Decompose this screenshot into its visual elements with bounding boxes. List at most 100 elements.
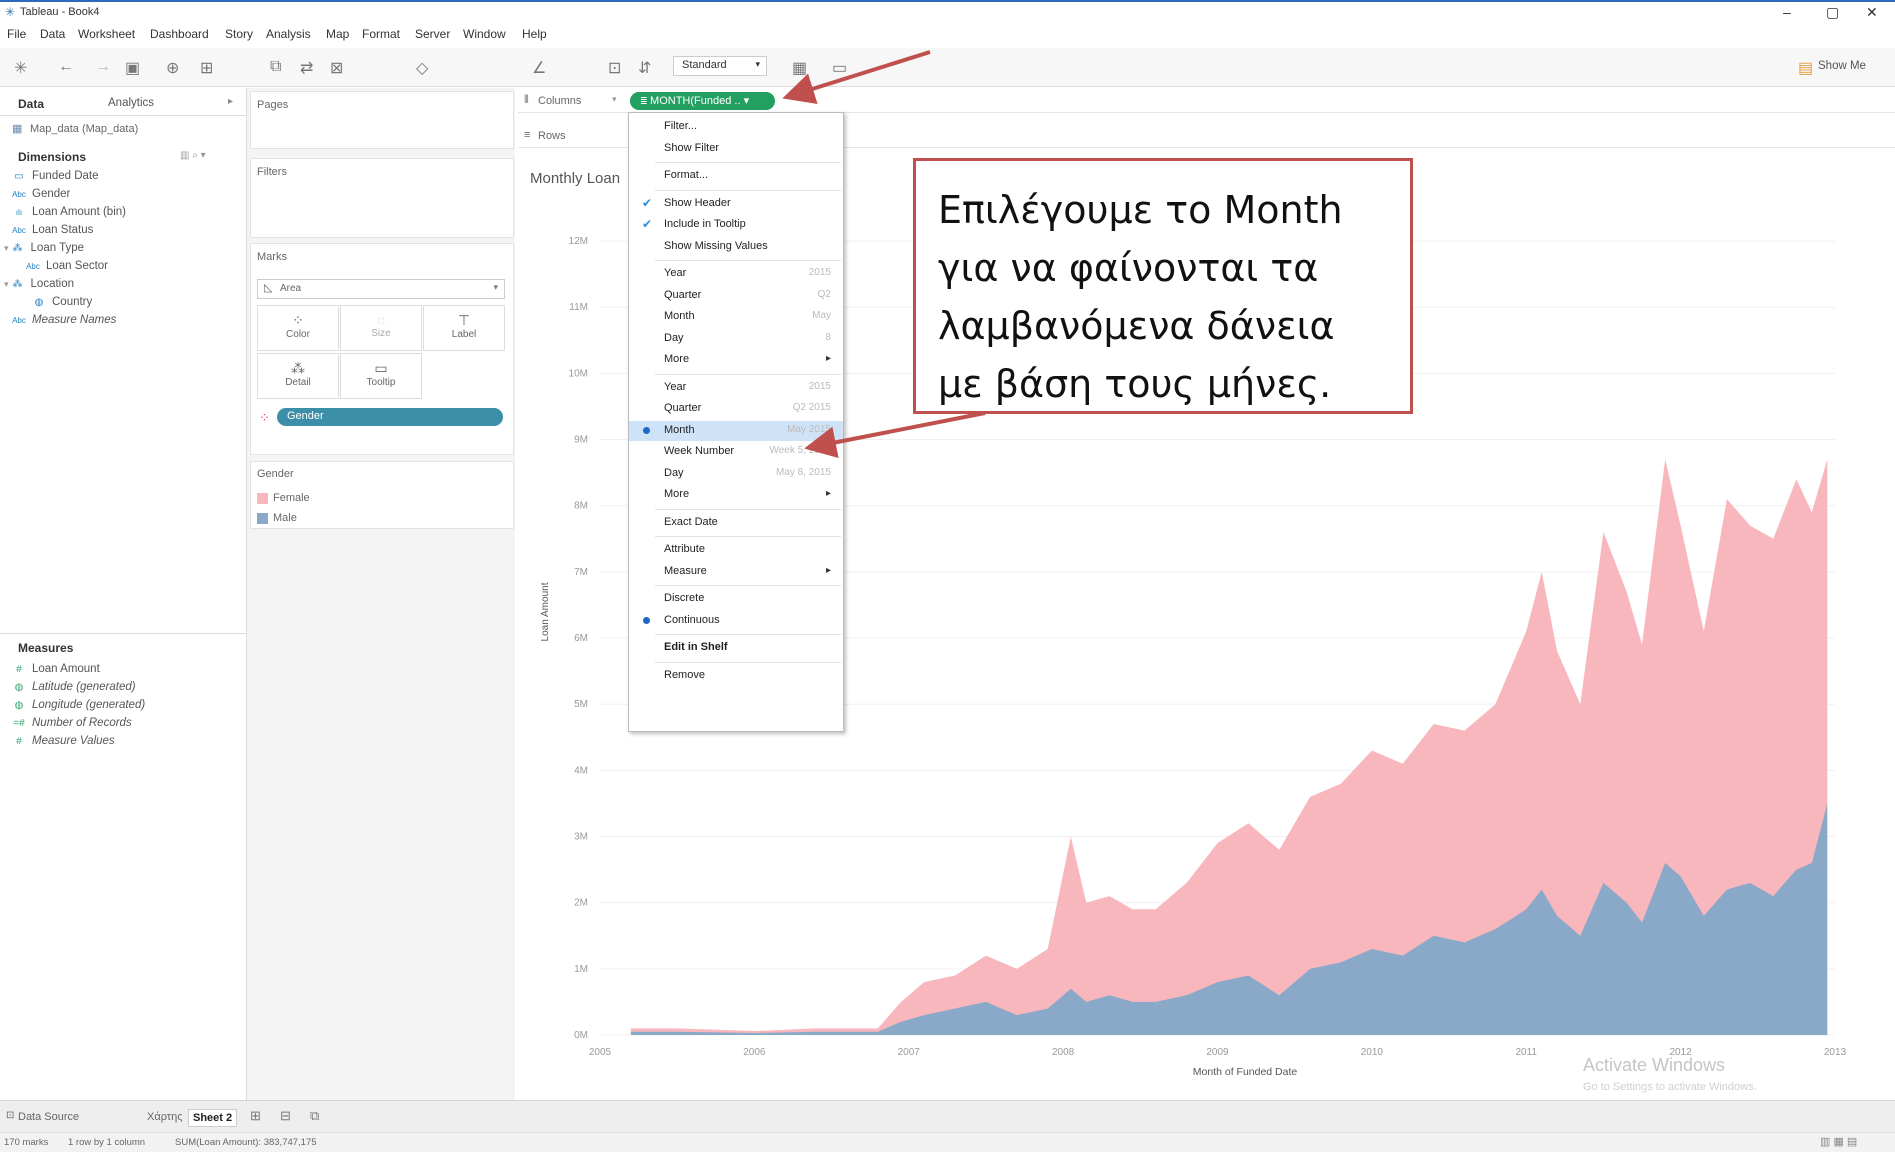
redo-icon[interactable]: → xyxy=(95,58,111,76)
menu-item-month[interactable]: Month May xyxy=(629,307,843,327)
tab-data[interactable]: Data xyxy=(18,97,44,111)
menu-map[interactable]: Map xyxy=(326,27,349,41)
new-datasource-icon[interactable]: ⊕ xyxy=(166,58,179,78)
clear-sheet-icon[interactable]: ⊠ xyxy=(330,58,343,78)
tooltip-button[interactable]: ▭ Tooltip xyxy=(340,353,422,399)
label-button[interactable]: ⊤ Label xyxy=(423,305,505,351)
menu-format[interactable]: Format xyxy=(362,27,400,41)
mark-type-select[interactable]: ◺ Area ▾ xyxy=(257,279,505,299)
legend-title: Gender xyxy=(257,468,294,480)
maximize-button[interactable]: ▢ xyxy=(1826,4,1839,21)
columns-shelf[interactable]: ⦀ Columns ▾ ≣ MONTH(Funded .. ▾ xyxy=(518,90,1895,113)
menu-window[interactable]: Window xyxy=(463,27,506,41)
pane-menu-icon[interactable]: ▸ xyxy=(228,96,233,107)
measure-measure-values[interactable]: # Measure Values xyxy=(12,735,114,747)
sheet-tab-map[interactable]: Χάρτης xyxy=(147,1111,183,1123)
tab-analytics[interactable]: Analytics xyxy=(108,97,154,109)
menu-analysis[interactable]: Analysis xyxy=(266,27,311,41)
legend-label-female[interactable]: Female xyxy=(273,492,310,504)
measure-latitude[interactable]: ◍ Latitude (generated) xyxy=(12,681,136,693)
view-switch-icons[interactable]: ▥ ▦ ▤ xyxy=(1820,1135,1857,1148)
labels-icon[interactable]: ∠ xyxy=(532,58,546,78)
menu-dashboard[interactable]: Dashboard xyxy=(150,27,209,41)
filters-card[interactable]: Filters xyxy=(250,158,514,238)
menu-worksheet[interactable]: Worksheet xyxy=(78,27,135,41)
dimension-loan-type[interactable]: ▾ ⁂ Loan Type xyxy=(4,242,84,254)
save-icon[interactable]: ▣ xyxy=(125,58,140,78)
measure-loan-amount[interactable]: # Loan Amount xyxy=(12,663,100,675)
menu-item-more[interactable]: More ▸ xyxy=(629,350,843,370)
menu-item-include-in-tooltip[interactable]: ✔ Include in Tooltip xyxy=(629,215,843,235)
dimension-measure-names[interactable]: Abc Measure Names xyxy=(12,314,116,326)
close-button[interactable]: ✕ xyxy=(1866,4,1878,21)
menu-item-quarter[interactable]: Quarter Q2 2015 xyxy=(629,399,843,419)
dimension-loan-amount-bin[interactable]: ılı Loan Amount (bin) xyxy=(12,206,126,218)
menu-item-format[interactable]: Format... xyxy=(629,166,843,186)
expand-icon[interactable]: ▾ xyxy=(4,279,9,289)
dimension-country[interactable]: ◍ Country xyxy=(32,296,93,308)
minimize-button[interactable]: – xyxy=(1783,4,1791,20)
menu-item-discrete[interactable]: Discrete xyxy=(629,589,843,609)
show-me-icon[interactable]: ▤ xyxy=(1798,58,1813,78)
menu-story[interactable]: Story xyxy=(225,27,253,41)
tableau-icon[interactable]: ✳ xyxy=(14,58,27,78)
expand-icon[interactable]: ▾ xyxy=(4,243,9,253)
menu-item-day[interactable]: Day 8 xyxy=(629,329,843,349)
measure-number-of-records[interactable]: =# Number of Records xyxy=(12,717,131,729)
cards-column xyxy=(247,88,515,1100)
swap-icon[interactable]: ⇄ xyxy=(300,58,313,78)
menu-item-show-header[interactable]: ✔ Show Header xyxy=(629,194,843,214)
menu-item-attribute[interactable]: Attribute xyxy=(629,540,843,560)
dimensions-tools-icon[interactable]: ▥ ⌕ ▾ xyxy=(180,150,206,161)
menu-item-filter[interactable]: Filter... xyxy=(629,117,843,137)
month-funded-pill[interactable]: ≣ MONTH(Funded .. ▾ xyxy=(630,92,775,110)
sheet-tab-sheet2[interactable]: Sheet 2 xyxy=(188,1109,238,1127)
menu-item-quarter[interactable]: Quarter Q2 xyxy=(629,286,843,306)
menu-server[interactable]: Server xyxy=(415,27,450,41)
duplicate-sheet-icon[interactable]: ⧉ xyxy=(270,58,281,76)
dimension-loan-status[interactable]: Abc Loan Status xyxy=(12,224,93,236)
dimension-location[interactable]: ▾ ⁂ Location xyxy=(4,278,74,290)
size-button[interactable]: ◌ Size xyxy=(340,305,422,351)
menu-item-month[interactable]: Month May 2015 xyxy=(629,420,843,441)
gender-pill[interactable]: Gender xyxy=(277,408,503,426)
presentation-icon[interactable]: ▦ xyxy=(792,58,807,78)
menu-item-day[interactable]: Day May 8, 2015 xyxy=(629,464,843,484)
dimension-funded-date[interactable]: ▭ Funded Date xyxy=(12,170,98,182)
menu-item-exact-date[interactable]: Exact Date xyxy=(629,513,843,533)
card-icon[interactable]: ▭ xyxy=(832,58,847,78)
undo-icon[interactable]: ← xyxy=(58,58,74,76)
pages-card[interactable]: Pages xyxy=(250,91,514,149)
menu-item-week-number[interactable]: Week Number Week 5, 2015 xyxy=(629,442,843,462)
menu-item-year[interactable]: Year 2015 xyxy=(629,264,843,284)
new-worksheet-tab-icon[interactable]: ⊞ xyxy=(250,1108,261,1124)
legend-label-male[interactable]: Male xyxy=(273,512,297,524)
fix-axes-icon[interactable]: ⊡ xyxy=(608,58,621,78)
dimension-gender[interactable]: Abc Gender xyxy=(12,188,70,200)
menu-item-year[interactable]: Year 2015 xyxy=(629,378,843,398)
detail-icon: ⁂ xyxy=(291,360,305,376)
menu-item-measure[interactable]: Measure ▸ xyxy=(629,562,843,582)
data-source-tab[interactable]: Data Source xyxy=(18,1111,79,1123)
new-worksheet-icon[interactable]: ⊞ xyxy=(200,58,213,78)
menu-file[interactable]: File xyxy=(7,27,26,41)
menu-item-more[interactable]: More ▸ xyxy=(629,485,843,505)
detail-button[interactable]: ⁂ Detail xyxy=(257,353,339,399)
measure-longitude[interactable]: ◍ Longitude (generated) xyxy=(12,699,146,711)
datasource-name[interactable]: Map_data (Map_data) xyxy=(30,123,138,135)
dimension-loan-sector[interactable]: Abc Loan Sector xyxy=(26,260,108,272)
color-button[interactable]: ⁘ Color xyxy=(257,305,339,351)
new-story-tab-icon[interactable]: ⧉ xyxy=(310,1108,319,1124)
menu-item-continuous[interactable]: Continuous xyxy=(629,611,843,631)
menu-item-show-missing-values[interactable]: Show Missing Values xyxy=(629,237,843,257)
highlight-icon[interactable]: ◇ xyxy=(416,58,428,78)
show-me-button[interactable]: Show Me xyxy=(1818,60,1866,72)
fit-select[interactable]: Standard ▾ xyxy=(673,56,767,76)
menu-item-edit-in-shelf[interactable]: Edit in Shelf xyxy=(629,638,843,658)
menu-item-show-filter[interactable]: Show Filter xyxy=(629,139,843,159)
new-dashboard-tab-icon[interactable]: ⊟ xyxy=(280,1108,291,1124)
menu-data[interactable]: Data xyxy=(40,27,65,41)
pin-icon[interactable]: ⇵ xyxy=(638,58,651,78)
menu-help[interactable]: Help xyxy=(522,27,547,41)
menu-item-remove[interactable]: Remove xyxy=(629,666,843,686)
